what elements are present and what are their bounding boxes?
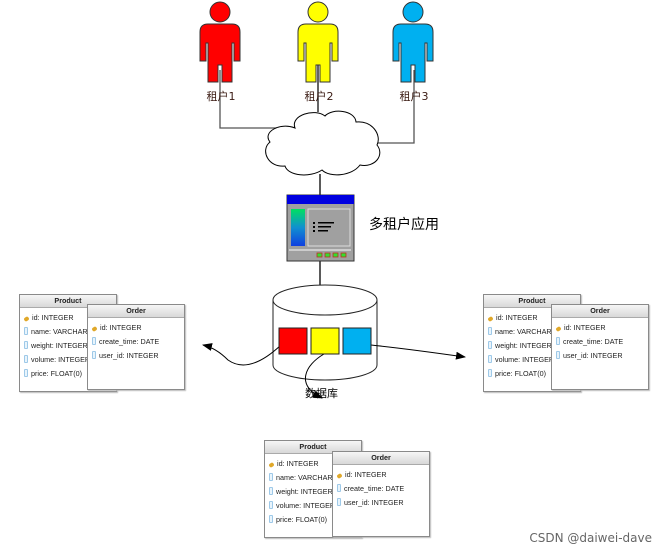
- table-row: create_time: DATE: [552, 335, 648, 349]
- key-icon: [268, 461, 275, 469]
- tenant-partitions: [278, 327, 372, 355]
- arrow-right: [370, 344, 466, 360]
- column-text: price: FLOAT(0): [495, 369, 546, 378]
- column-icon: [269, 487, 273, 495]
- column-icon: [556, 337, 560, 345]
- column-text: weight: INTEGER: [495, 341, 552, 350]
- column-text: name: VARCHAR: [276, 473, 333, 482]
- column-icon: [488, 327, 492, 335]
- column-text: user_id: INTEGER: [99, 351, 159, 360]
- column-icon: [337, 484, 341, 492]
- column-icon: [24, 369, 28, 377]
- column-text: weight: INTEGER: [31, 341, 88, 350]
- app-label: 多租户应用: [369, 217, 439, 233]
- column-icon: [337, 498, 341, 506]
- column-icon: [92, 337, 96, 345]
- tenant-partition-2: [310, 327, 340, 355]
- table-row: create_time: DATE: [88, 335, 184, 349]
- column-text: name: VARCHAR: [495, 327, 552, 336]
- column-text: user_id: INTEGER: [344, 498, 404, 507]
- order-table: Order id: INTEGER create_time: DATE user_id…: [332, 451, 430, 537]
- column-text: price: FLOAT(0): [276, 515, 327, 524]
- table-row: id: INTEGER: [88, 321, 184, 335]
- table-row: user_id: INTEGER: [333, 496, 429, 510]
- column-icon: [92, 351, 96, 359]
- arrow-left: [202, 343, 282, 366]
- column-text: create_time: DATE: [99, 337, 160, 346]
- table-row: create_time: DATE: [333, 482, 429, 496]
- column-text: user_id: INTEGER: [563, 351, 623, 360]
- column-icon: [488, 341, 492, 349]
- cloud-icon: [265, 110, 381, 176]
- column-text: weight: INTEGER: [276, 487, 333, 496]
- key-icon: [487, 315, 494, 323]
- diagram: 租户1 租户2 租户3 多租户应用 数据库 Product id: INTEGER na…: [0, 0, 666, 555]
- person-icon-3: [392, 1, 434, 83]
- column-text: id: INTEGER: [345, 470, 387, 479]
- column-text: volume: INTEGER: [495, 355, 555, 364]
- tenant-label: 租户3: [399, 90, 429, 103]
- key-icon: [91, 325, 98, 333]
- column-text: id: INTEGER: [496, 313, 538, 322]
- column-text: id: INTEGER: [277, 459, 319, 468]
- column-icon: [488, 355, 492, 363]
- tenant-label: 租户1: [206, 90, 236, 103]
- key-icon: [336, 472, 343, 480]
- column-text: create_time: DATE: [563, 337, 624, 346]
- table-title: Order: [88, 305, 184, 318]
- column-text: id: INTEGER: [100, 323, 142, 332]
- column-text: create_time: DATE: [344, 484, 405, 493]
- table-title: Order: [333, 452, 429, 465]
- table-row: id: INTEGER: [333, 468, 429, 482]
- column-icon: [269, 515, 273, 523]
- column-text: volume: INTEGER: [31, 355, 91, 364]
- key-icon: [23, 315, 30, 323]
- column-icon: [556, 351, 560, 359]
- column-text: price: FLOAT(0): [31, 369, 82, 378]
- app-window-icon: [286, 194, 355, 262]
- order-table: Order id: INTEGER create_time: DATE user_id…: [87, 304, 185, 390]
- column-icon: [488, 369, 492, 377]
- tenant-partition-3: [342, 327, 372, 355]
- tenant-partition-1: [278, 327, 308, 355]
- tenant-label: 租户2: [304, 90, 334, 103]
- column-text: volume: INTEGER: [276, 501, 336, 510]
- table-row: id: INTEGER: [552, 321, 648, 335]
- column-icon: [24, 355, 28, 363]
- key-icon: [555, 325, 562, 333]
- column-icon: [269, 501, 273, 509]
- column-icon: [24, 327, 28, 335]
- column-icon: [269, 473, 273, 481]
- table-row: user_id: INTEGER: [88, 349, 184, 363]
- column-icon: [24, 341, 28, 349]
- column-text: name: VARCHAR: [31, 327, 88, 336]
- watermark: CSDN @daiwei-dave: [529, 531, 652, 545]
- column-text: id: INTEGER: [32, 313, 74, 322]
- column-text: id: INTEGER: [564, 323, 606, 332]
- db-label: 数据库: [305, 387, 338, 400]
- table-title: Order: [552, 305, 648, 318]
- order-table: Order id: INTEGER create_time: DATE user_id…: [551, 304, 649, 390]
- table-row: user_id: INTEGER: [552, 349, 648, 363]
- tenants: [199, 1, 434, 83]
